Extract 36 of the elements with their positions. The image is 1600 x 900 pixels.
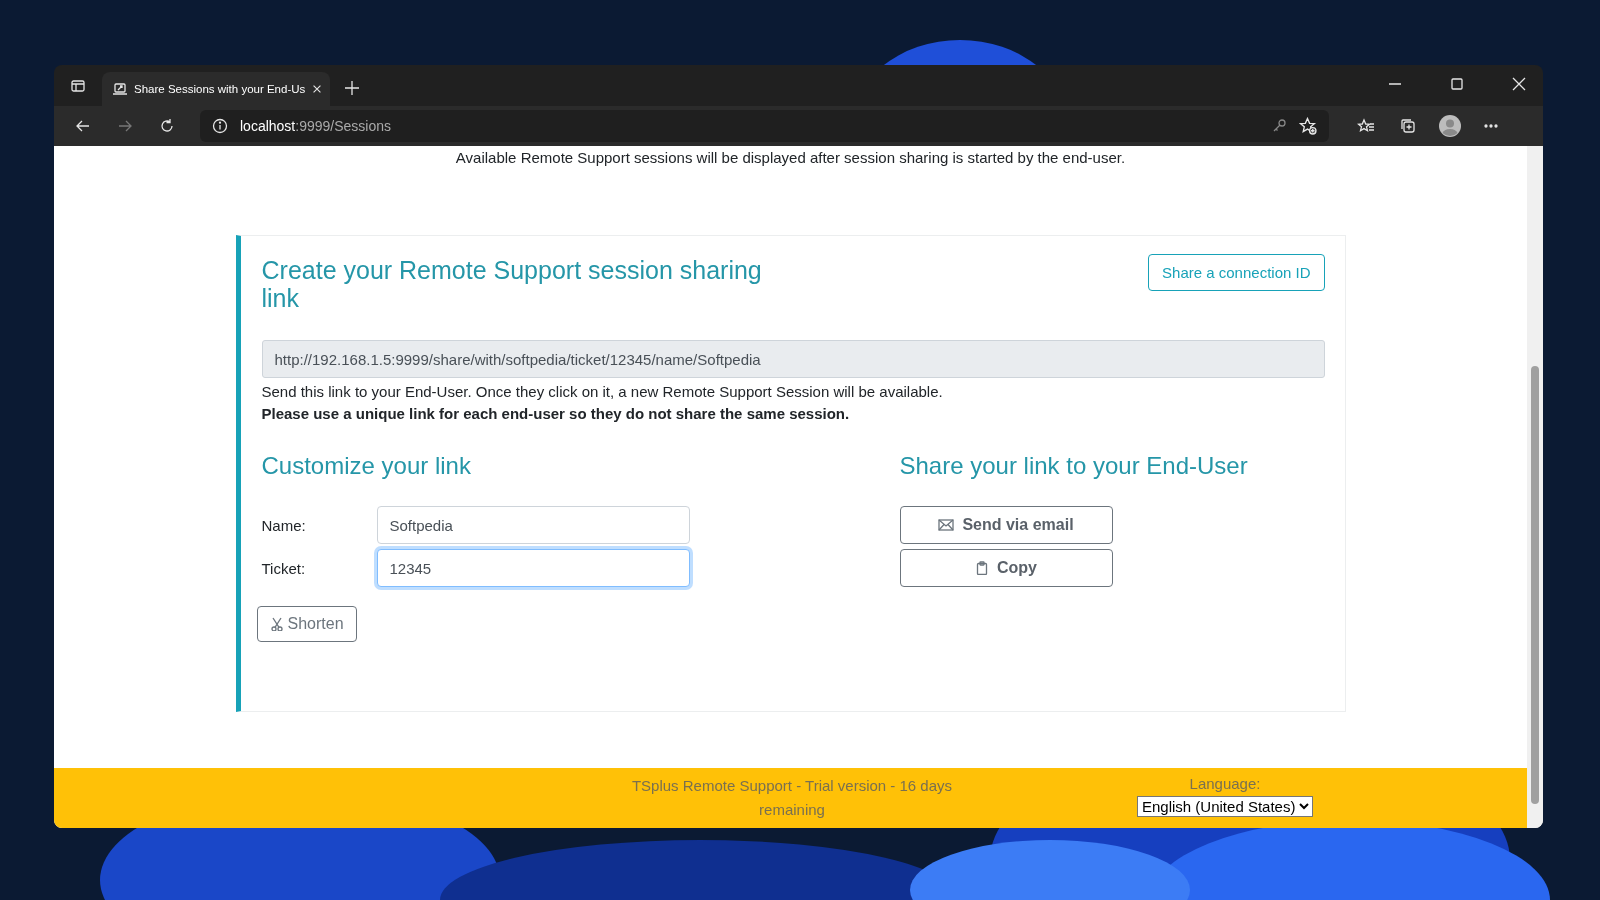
warning-text: Please use a unique link for each end-user so they do not share the same session. — [261, 405, 851, 422]
star-plus-icon[interactable] — [1299, 117, 1317, 135]
clipboard-icon — [975, 561, 989, 575]
info-icon — [212, 118, 228, 134]
refresh-icon[interactable] — [158, 117, 176, 135]
section-title: Customize your link — [261, 452, 471, 480]
profile-avatar[interactable] — [1439, 115, 1461, 137]
input-field[interactable]: 12345 — [376, 549, 690, 587]
language-label: Language: — [1189, 774, 1261, 794]
field-label: Name: — [261, 516, 307, 534]
close-icon[interactable] — [1511, 76, 1527, 92]
collections-icon[interactable] — [1399, 117, 1417, 135]
input-field[interactable]: Softpedia — [376, 506, 690, 544]
link-field[interactable]: http://192.168.1.5:9999/share/with/softpedia/ticket/12345/name/Softpedia — [261, 340, 1325, 378]
browser-tab[interactable]: Share Sessions with your End-Us — [102, 72, 330, 106]
key-icon[interactable] — [1271, 118, 1287, 134]
envelope-icon — [938, 517, 955, 533]
trial-text: TSplus Remote Support - Trial version - 16 days remaining — [630, 776, 954, 820]
laptop-icon — [112, 81, 128, 97]
language-select[interactable]: English (United States) — [1137, 796, 1313, 817]
help-text: Send this link to your End-User. Once they click on it, a new Remote Support Session will be available. — [261, 383, 944, 400]
address-bar[interactable]: localhost:9999/Sessions — [200, 110, 1329, 142]
tab-title: Share Sessions with your End-Us — [134, 83, 306, 95]
url-text: localhost:9999/Sessions — [240, 118, 391, 134]
shorten-button[interactable]: Shorten — [256, 606, 357, 642]
maximize-icon[interactable] — [1449, 76, 1465, 92]
notice-text: Available Remote Support sessions will be displayed after session sharing is started by the end-user. — [455, 149, 1126, 166]
card-title: Create your Remote Support session sharing link — [261, 256, 763, 312]
copy-button[interactable]: Copy — [899, 549, 1113, 587]
new-tab-icon[interactable] — [344, 80, 360, 96]
sidebar-icon[interactable] — [70, 78, 86, 94]
section-title: Share your link to your End-User — [899, 452, 1248, 480]
email-button[interactable]: Send via email — [899, 506, 1113, 544]
scissors-icon — [269, 617, 284, 631]
scrollbar[interactable] — [1527, 146, 1543, 828]
field-label: Ticket: — [261, 559, 307, 577]
